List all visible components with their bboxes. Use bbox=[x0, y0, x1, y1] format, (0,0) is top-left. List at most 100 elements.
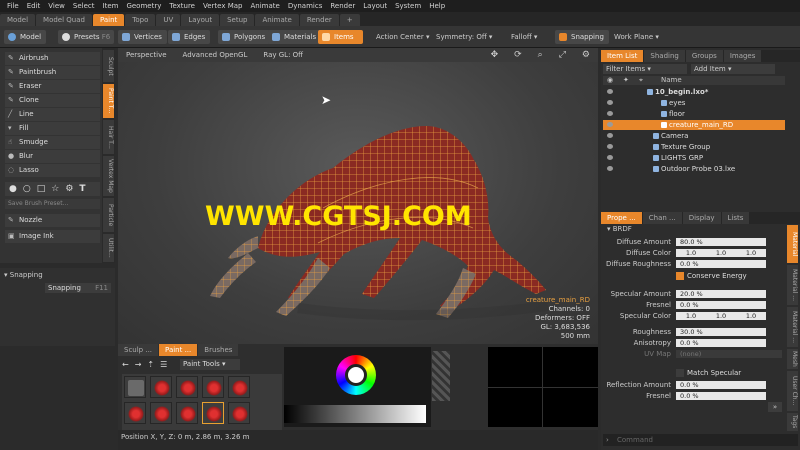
tab-sculpt[interactable]: Sculpt bbox=[103, 50, 114, 82]
brush-thumbnail-selected[interactable] bbox=[202, 402, 224, 424]
brush-thumbnail[interactable] bbox=[202, 376, 224, 398]
eye-icon[interactable] bbox=[607, 111, 613, 116]
layout-tab-render[interactable]: Render bbox=[299, 14, 339, 26]
paintbrush-tool[interactable]: ✎ Paintbrush bbox=[5, 66, 100, 79]
tab-vertex-map[interactable]: Vertex Map bbox=[103, 156, 114, 196]
brush-thumbnail[interactable] bbox=[150, 376, 172, 398]
menu-view[interactable]: View bbox=[44, 2, 69, 10]
snapping-toggle-button[interactable]: Snapping F11 bbox=[45, 283, 111, 293]
eye-icon[interactable] bbox=[607, 100, 613, 105]
menu-render[interactable]: Render bbox=[326, 2, 359, 10]
uv-map-dropdown[interactable]: (none) bbox=[676, 350, 782, 358]
procedural-brush-icon[interactable]: ⚙ bbox=[65, 184, 73, 194]
tab-chan[interactable]: Chan ... bbox=[642, 212, 682, 224]
brush-thumbnail[interactable] bbox=[228, 402, 250, 424]
tab-lists[interactable]: Lists bbox=[721, 212, 750, 224]
item-list-row[interactable]: LIGHTS GRP bbox=[603, 153, 785, 163]
tab-groups[interactable]: Groups bbox=[685, 50, 723, 62]
brush-thumbnail[interactable] bbox=[124, 402, 146, 424]
clone-tool[interactable]: ✎ Clone bbox=[5, 94, 100, 107]
fresnel-field[interactable]: 0.0 % bbox=[676, 301, 766, 309]
item-list-row[interactable]: Camera bbox=[603, 131, 785, 141]
blur-tool[interactable]: ● Blur bbox=[5, 150, 100, 163]
smudge-tool[interactable]: ☝ Smudge bbox=[5, 136, 100, 149]
reflection-amount-field[interactable]: 0.0 % bbox=[676, 381, 766, 389]
eye-icon[interactable] bbox=[607, 133, 613, 138]
nozzle-button[interactable]: ✎ Nozzle bbox=[5, 214, 100, 227]
menu-system[interactable]: System bbox=[391, 2, 425, 10]
menu-help[interactable]: Help bbox=[425, 2, 449, 10]
tab-material[interactable]: Material bbox=[787, 225, 798, 263]
tab-user-ch[interactable]: User Ch... bbox=[787, 371, 798, 411]
airbrush-tool[interactable]: ✎ Airbrush bbox=[5, 52, 100, 65]
tab-utilities[interactable]: Utilit... bbox=[103, 234, 114, 262]
circle-brush-icon[interactable]: ● bbox=[9, 184, 17, 194]
menu-geometry[interactable]: Geometry bbox=[122, 2, 165, 10]
polygons-button[interactable]: Polygons bbox=[218, 30, 271, 44]
color-wheel[interactable] bbox=[336, 355, 376, 395]
save-brush-preset-field[interactable]: Save Brush Preset... bbox=[5, 199, 100, 209]
menu-file[interactable]: File bbox=[3, 2, 23, 10]
expand-more-icon[interactable]: » bbox=[768, 402, 782, 412]
item-list-row[interactable]: Outdoor Probe 03.lxe bbox=[603, 164, 785, 174]
layout-tab-uv[interactable]: UV bbox=[156, 14, 181, 26]
value-gradient-bar[interactable] bbox=[284, 405, 426, 423]
brush-thumbnail[interactable] bbox=[176, 376, 198, 398]
brush-thumbnail[interactable] bbox=[176, 402, 198, 424]
anisotropy-field[interactable]: 0.0 % bbox=[676, 339, 766, 347]
line-tool[interactable]: ╱ Line bbox=[5, 108, 100, 121]
roughness-field[interactable]: 30.0 % bbox=[676, 328, 766, 336]
alpha-swatch[interactable] bbox=[432, 351, 450, 401]
tab-prope[interactable]: Prope ... bbox=[601, 212, 642, 224]
add-item-dropdown[interactable]: Add Item ▾ bbox=[691, 64, 775, 74]
eye-icon[interactable] bbox=[607, 144, 613, 149]
diffuse-color-field[interactable]: 1.0 1.0 1.0 bbox=[676, 249, 766, 257]
action-center-dropdown[interactable]: Action Center ▾ bbox=[370, 30, 435, 44]
lasso-tool[interactable]: ◌ Lasso bbox=[5, 164, 100, 177]
item-list-row[interactable]: Texture Group bbox=[603, 142, 785, 152]
materials-button[interactable]: Materials bbox=[268, 30, 322, 44]
edges-button[interactable]: Edges bbox=[168, 30, 211, 44]
command-field[interactable]: › Command bbox=[603, 434, 798, 446]
eye-icon[interactable] bbox=[607, 166, 613, 171]
tab-particle[interactable]: Particle bbox=[103, 198, 114, 232]
menu-item[interactable]: Item bbox=[99, 2, 123, 10]
tab-material[interactable]: Material ... bbox=[787, 307, 798, 347]
match-specular-toggle[interactable]: Match Specular bbox=[676, 368, 766, 378]
menu-edit[interactable]: Edit bbox=[23, 2, 45, 10]
tab-display[interactable]: Display bbox=[682, 212, 721, 224]
layout-tab-model[interactable]: Model bbox=[0, 14, 36, 26]
menu-dynamics[interactable]: Dynamics bbox=[284, 2, 327, 10]
back-arrow-icon[interactable]: ← bbox=[122, 360, 129, 369]
model-button[interactable]: Model bbox=[4, 30, 47, 44]
layout-tab-add[interactable]: + bbox=[339, 14, 360, 26]
filter-items-dropdown[interactable]: Filter Items ▾ bbox=[603, 64, 687, 74]
vertices-button[interactable]: Vertices bbox=[118, 30, 167, 44]
tab-mesh[interactable]: Mesh bbox=[787, 349, 798, 369]
item-list-row[interactable]: floor bbox=[603, 109, 785, 119]
tab-material[interactable]: Material ... bbox=[787, 265, 798, 305]
bottom-tab-sculp[interactable]: Sculp ... bbox=[118, 344, 159, 356]
up-folder-icon[interactable]: ⇡ bbox=[147, 360, 154, 369]
tab-tags[interactable]: Tags bbox=[787, 413, 798, 431]
list-view-icon[interactable]: ☰ bbox=[160, 360, 167, 369]
layout-tab-layout[interactable]: Layout bbox=[181, 14, 220, 26]
forward-arrow-icon[interactable]: → bbox=[135, 360, 142, 369]
brush-thumbnail[interactable] bbox=[150, 402, 172, 424]
menu-animate[interactable]: Animate bbox=[246, 2, 283, 10]
menu-texture[interactable]: Texture bbox=[165, 2, 199, 10]
snapping-button[interactable]: Snapping bbox=[555, 30, 609, 44]
tab-shading[interactable]: Shading bbox=[644, 50, 685, 62]
item-list-row[interactable]: 10_begin.lxo* bbox=[603, 87, 785, 97]
layout-tab-setup[interactable]: Setup bbox=[220, 14, 255, 26]
square-brush-icon[interactable]: □ bbox=[37, 184, 46, 194]
diffuse-roughness-field[interactable]: 0.0 % bbox=[676, 260, 766, 268]
tab-hair-tools[interactable]: Hair T... bbox=[103, 120, 114, 154]
star-brush-icon[interactable]: ☆ bbox=[51, 184, 59, 194]
falloff-dropdown[interactable]: Falloff ▾ bbox=[505, 30, 543, 44]
reflection-fresnel-field[interactable]: 0.0 % bbox=[676, 392, 766, 400]
menu-select[interactable]: Select bbox=[69, 2, 99, 10]
bottom-tab-paint[interactable]: Paint ... bbox=[159, 344, 198, 356]
specular-amount-field[interactable]: 20.0 % bbox=[676, 290, 766, 298]
eye-icon[interactable] bbox=[607, 122, 613, 127]
